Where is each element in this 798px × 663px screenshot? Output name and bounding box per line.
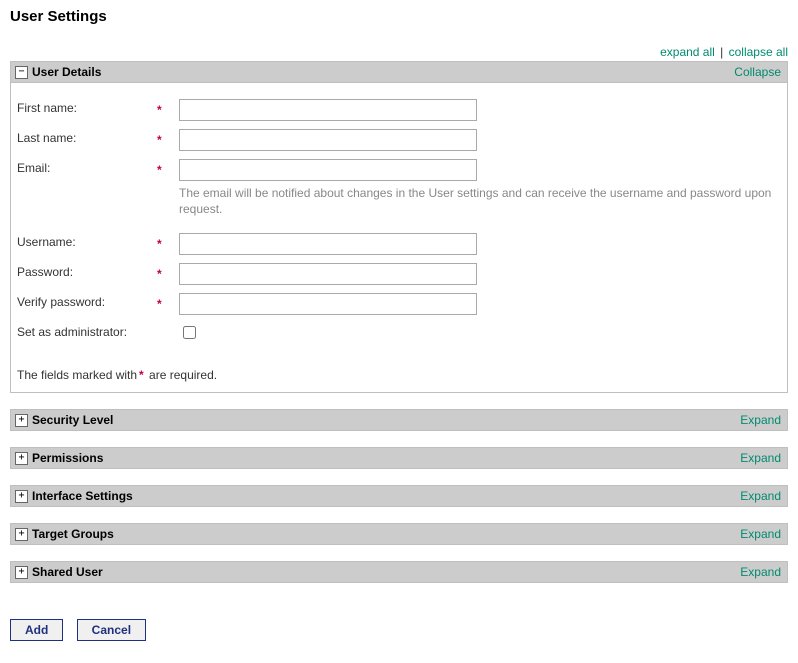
- action-bar: Add Cancel: [10, 619, 788, 641]
- email-hint: The email will be notified about changes…: [179, 185, 781, 217]
- set-as-admin-checkbox[interactable]: [183, 326, 196, 339]
- section-header-interface-settings[interactable]: + Interface Settings Expand: [10, 485, 788, 507]
- required-marker: *: [157, 129, 179, 147]
- label-password: Password:: [17, 263, 157, 279]
- row-last-name: Last name: *: [17, 129, 781, 151]
- row-set-as-admin: Set as administrator:: [17, 323, 781, 342]
- label-last-name: Last name:: [17, 129, 157, 145]
- add-button[interactable]: Add: [10, 619, 63, 641]
- required-marker: *: [157, 293, 179, 311]
- label-username: Username:: [17, 233, 157, 249]
- section-body-user-details: First name: * Last name: * Email: * The …: [10, 83, 788, 393]
- required-note: The fields marked with* are required.: [17, 368, 781, 382]
- email-field[interactable]: [179, 159, 477, 181]
- row-first-name: First name: *: [17, 99, 781, 121]
- plus-icon: +: [15, 566, 28, 579]
- minus-icon: −: [15, 66, 28, 79]
- expand-link-permissions[interactable]: Expand: [740, 451, 781, 465]
- section-title: Shared User: [32, 565, 740, 579]
- section-permissions: + Permissions Expand: [10, 447, 788, 469]
- first-name-field[interactable]: [179, 99, 477, 121]
- password-field[interactable]: [179, 263, 477, 285]
- section-title: Target Groups: [32, 527, 740, 541]
- plus-icon: +: [15, 490, 28, 503]
- expand-all-link[interactable]: expand all: [660, 45, 715, 59]
- row-email: Email: *: [17, 159, 781, 181]
- section-title: Permissions: [32, 451, 740, 465]
- plus-icon: +: [15, 528, 28, 541]
- label-first-name: First name:: [17, 99, 157, 115]
- page-title: User Settings: [10, 8, 788, 25]
- required-marker: *: [157, 233, 179, 251]
- section-user-details: − User Details Collapse First name: * La…: [10, 61, 788, 393]
- section-security-level: + Security Level Expand: [10, 409, 788, 431]
- expand-link-security-level[interactable]: Expand: [740, 413, 781, 427]
- row-username: Username: *: [17, 233, 781, 255]
- row-verify-password: Verify password: *: [17, 293, 781, 315]
- cancel-button[interactable]: Cancel: [77, 619, 146, 641]
- collapse-all-link[interactable]: collapse all: [729, 45, 788, 59]
- label-set-as-admin: Set as administrator:: [17, 323, 157, 339]
- section-target-groups: + Target Groups Expand: [10, 523, 788, 545]
- verify-password-field[interactable]: [179, 293, 477, 315]
- section-header-security-level[interactable]: + Security Level Expand: [10, 409, 788, 431]
- collapse-link-user-details[interactable]: Collapse: [734, 65, 781, 79]
- section-title: Security Level: [32, 413, 740, 427]
- required-marker: *: [157, 159, 179, 177]
- expand-collapse-links: expand all | collapse all: [10, 45, 788, 61]
- section-title: Interface Settings: [32, 489, 740, 503]
- required-marker: *: [157, 99, 179, 117]
- label-verify-password: Verify password:: [17, 293, 157, 309]
- section-shared-user: + Shared User Expand: [10, 561, 788, 583]
- section-header-target-groups[interactable]: + Target Groups Expand: [10, 523, 788, 545]
- section-title: User Details: [32, 65, 734, 79]
- plus-icon: +: [15, 414, 28, 427]
- expand-link-target-groups[interactable]: Expand: [740, 527, 781, 541]
- expand-link-shared-user[interactable]: Expand: [740, 565, 781, 579]
- username-field[interactable]: [179, 233, 477, 255]
- section-interface-settings: + Interface Settings Expand: [10, 485, 788, 507]
- label-email: Email:: [17, 159, 157, 175]
- required-marker: *: [157, 263, 179, 281]
- row-password: Password: *: [17, 263, 781, 285]
- section-header-permissions[interactable]: + Permissions Expand: [10, 447, 788, 469]
- last-name-field[interactable]: [179, 129, 477, 151]
- expand-link-interface-settings[interactable]: Expand: [740, 489, 781, 503]
- section-header-shared-user[interactable]: + Shared User Expand: [10, 561, 788, 583]
- plus-icon: +: [15, 452, 28, 465]
- section-header-user-details[interactable]: − User Details Collapse: [10, 61, 788, 83]
